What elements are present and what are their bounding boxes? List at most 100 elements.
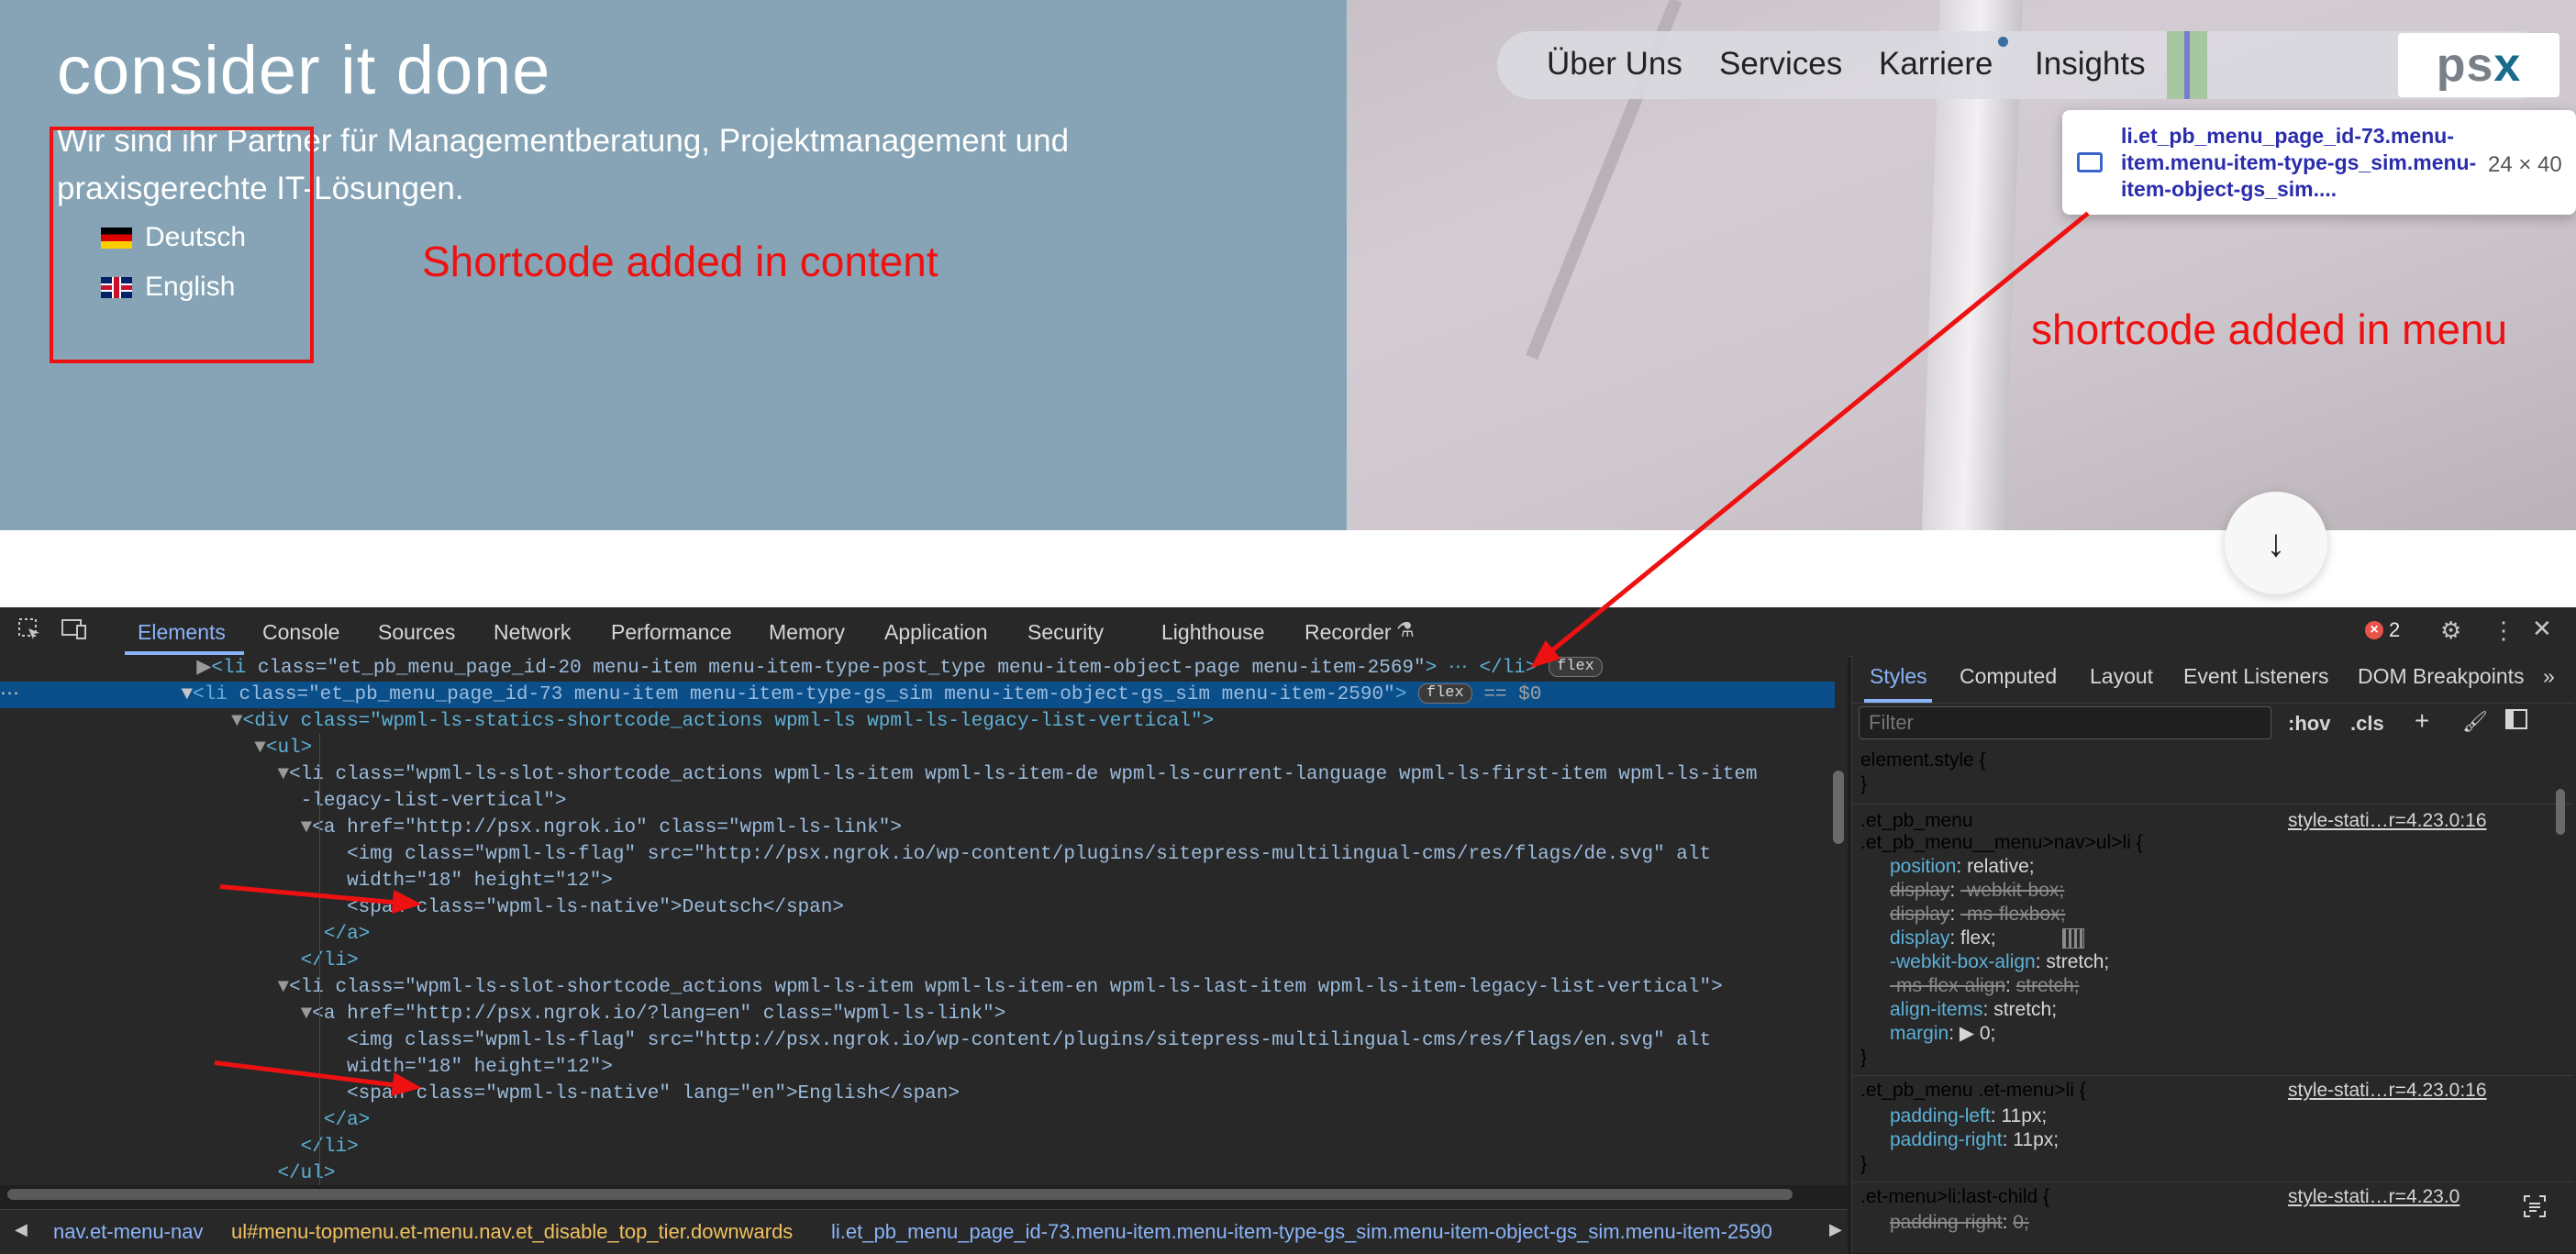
- device-toolbar-icon[interactable]: [61, 616, 88, 649]
- css-declaration[interactable]: align-items: stretch;: [1890, 998, 2057, 1022]
- dom-tail: > ⋯ </li>: [1425, 658, 1538, 679]
- dom-node-img-de[interactable]: <img class="wpml-ls-flag" src="http://ps…: [0, 841, 1835, 868]
- elements-horizontal-scrollbar[interactable]: [7, 1189, 1793, 1200]
- dom-node-img-en[interactable]: <img class="wpml-ls-flag" src="http://ps…: [0, 1027, 1835, 1054]
- close-icon[interactable]: ✕: [2532, 615, 2552, 643]
- styles-tabs-divider: [1853, 703, 2574, 704]
- css-declaration[interactable]: margin: ▶ 0;: [1890, 1022, 1995, 1046]
- psx-logo[interactable]: psx: [2398, 33, 2559, 97]
- flex-badge[interactable]: flex: [1549, 657, 1603, 678]
- tab-console[interactable]: Console: [262, 620, 339, 645]
- css-property-name: align-items: [1890, 999, 1983, 1020]
- breadcrumb-ul[interactable]: ul#menu-topmenu.et-menu.nav.et_disable_t…: [231, 1220, 793, 1244]
- css-declaration[interactable]: -ms-flex-align: stretch;: [1890, 974, 2080, 998]
- styles-scrollbar[interactable]: [2556, 789, 2565, 835]
- inspect-tooltip-size: 24 × 40: [2488, 152, 2562, 177]
- css-declaration[interactable]: -webkit-box-align: stretch;: [1890, 950, 2109, 974]
- dom-text: width="18" height="12">: [347, 1057, 613, 1078]
- menu-item-karriere[interactable]: Karriere: [1879, 46, 1993, 83]
- menu-item-insights[interactable]: Insights: [2035, 46, 2146, 83]
- breadcrumb-li[interactable]: li.et_pb_menu_page_id-73.menu-item.menu-…: [831, 1220, 1772, 1244]
- annotation-menu-text: shortcode added in menu: [2031, 305, 2508, 353]
- flexbox-editor-icon[interactable]: [2062, 928, 2084, 949]
- rule1-selector-line2[interactable]: .et_pb_menu__menu>nav>ul>li {: [1860, 831, 2143, 855]
- dom-node-ul[interactable]: ▼<ul>: [0, 735, 1835, 761]
- toggle-sidebar-icon[interactable]: [2504, 708, 2528, 735]
- tab-network[interactable]: Network: [494, 620, 571, 645]
- breadcrumb-nav[interactable]: nav.et-menu-nav: [53, 1220, 203, 1244]
- rule1-source-link[interactable]: style-stati…r=4.23.0:16: [2288, 809, 2487, 833]
- rule-divider: [1853, 804, 2574, 805]
- rule2-source-link[interactable]: style-stati…r=4.23.0:16: [2288, 1079, 2487, 1103]
- breadcrumb-scroll-left-icon[interactable]: ◀: [15, 1220, 28, 1239]
- tab-layout[interactable]: Layout: [2090, 664, 2153, 689]
- tab-dom-breakpoints[interactable]: DOM Breakpoints: [2358, 664, 2525, 689]
- hero-tagline: consider it done: [57, 32, 551, 108]
- tab-memory[interactable]: Memory: [769, 620, 845, 645]
- tab-sources[interactable]: Sources: [378, 620, 455, 645]
- dom-node-span-de[interactable]: <span class="wpml-ls-native">Deutsch</sp…: [0, 894, 1835, 921]
- more-options-icon[interactable]: ⋮: [2492, 616, 2515, 645]
- dom-node-li-2569[interactable]: ▶<li class="et_pb_menu_page_id-20 menu-i…: [0, 655, 1835, 682]
- elements-vertical-scrollbar[interactable]: [1833, 771, 1844, 844]
- dom-attrs: class="et_pb_menu_page_id-20 menu-item m…: [257, 658, 1426, 679]
- dom-node-ul-close: </ul>: [0, 1160, 1835, 1185]
- scroll-down-button[interactable]: ↓: [2225, 492, 2327, 594]
- flex-badge[interactable]: flex: [1417, 683, 1472, 705]
- tab-performance[interactable]: Performance: [611, 620, 732, 645]
- tab-application[interactable]: Application: [884, 620, 988, 645]
- dom-node-li-de[interactable]: ▼<li class="wpml-ls-slot-shortcode_actio…: [0, 761, 1835, 788]
- rule3-selector[interactable]: .et-menu>li:last-child {: [1860, 1185, 2049, 1209]
- css-declaration[interactable]: display: -ms-flexbox;: [1890, 903, 2065, 927]
- scan-icon[interactable]: [2523, 1194, 2547, 1223]
- css-property-name: padding-left: [1890, 1105, 1991, 1126]
- styles-filter-input[interactable]: [1859, 706, 2271, 739]
- tab-lighthouse[interactable]: Lighthouse: [1161, 620, 1265, 645]
- css-declaration[interactable]: padding-right: 0;: [1890, 1211, 2029, 1235]
- inspect-element-icon[interactable]: [17, 616, 42, 649]
- css-declaration[interactable]: display: flex;: [1890, 927, 1996, 950]
- tab-elements[interactable]: Elements: [138, 620, 226, 645]
- menu-item-services[interactable]: Services: [1719, 46, 1842, 83]
- menu-item-ueber-uns[interactable]: Über Uns: [1547, 46, 1682, 83]
- dom-text: </ul>: [277, 1163, 336, 1184]
- logo-text: ps: [2436, 39, 2494, 92]
- rule-divider: [1853, 1075, 2574, 1076]
- arrow-down-icon: ↓: [2266, 521, 2286, 564]
- new-style-rule-icon[interactable]: +: [2415, 706, 2429, 736]
- annotation-box: [50, 127, 314, 363]
- paint-brush-icon[interactable]: 🖌: [2462, 710, 2488, 734]
- css-property-name: display: [1890, 904, 1950, 925]
- tab-security[interactable]: Security: [1027, 620, 1104, 645]
- css-property-value: stretch;: [2046, 951, 2110, 972]
- css-declaration[interactable]: position: relative;: [1890, 855, 2035, 879]
- rule2-selector[interactable]: .et_pb_menu .et-menu>li {: [1860, 1079, 2086, 1103]
- dom-node-div-wpml[interactable]: ▼<div class="wpml-ls-statics-shortcode_a…: [0, 708, 1835, 735]
- dom-node-li-2590-selected[interactable]: ⋯ ▼<li class="et_pb_menu_page_id-73 menu…: [0, 682, 1835, 708]
- element-style-rule[interactable]: element.style {: [1860, 749, 1986, 772]
- css-declaration[interactable]: display: -webkit-box;: [1890, 879, 2064, 903]
- dom-node-li-en[interactable]: ▼<li class="wpml-ls-slot-shortcode_actio…: [0, 974, 1835, 1001]
- dom-text: </li>: [300, 1137, 359, 1158]
- dom-node-a-de[interactable]: ▼<a href="http://psx.ngrok.io" class="wp…: [0, 815, 1835, 841]
- rule3-source-link[interactable]: style-stati…r=4.23.0: [2288, 1185, 2459, 1209]
- hov-toggle[interactable]: :hov: [2288, 712, 2330, 736]
- tab-event-listeners[interactable]: Event Listeners: [2183, 664, 2329, 689]
- cls-toggle[interactable]: .cls: [2350, 712, 2384, 736]
- error-count-badge[interactable]: × 2: [2365, 618, 2400, 642]
- more-tabs-icon[interactable]: »: [2543, 664, 2555, 689]
- css-declaration[interactable]: padding-left: 11px;: [1890, 1104, 2047, 1128]
- dom-text: <div class="wpml-ls-statics-shortcode_ac…: [242, 711, 1215, 732]
- rule1-selector-line1[interactable]: .et_pb_menu: [1860, 809, 1973, 833]
- breadcrumb-scroll-right-icon[interactable]: ▶: [1829, 1220, 1842, 1239]
- tab-styles[interactable]: Styles: [1870, 664, 1927, 689]
- dom-node-span-en[interactable]: <span class="wpml-ls-native" lang="en">E…: [0, 1081, 1835, 1107]
- dom-text: <ul>: [265, 738, 313, 759]
- tab-recorder[interactable]: Recorder: [1305, 620, 1392, 645]
- tab-computed[interactable]: Computed: [1960, 664, 2057, 689]
- css-property-name: padding-right: [1890, 1212, 2003, 1233]
- dom-node-a-en[interactable]: ▼<a href="http://psx.ngrok.io/?lang=en" …: [0, 1001, 1835, 1027]
- gear-icon[interactable]: ⚙: [2440, 616, 2461, 645]
- css-declaration[interactable]: padding-right: 11px;: [1890, 1128, 2059, 1152]
- dom-text: <a href="http://psx.ngrok.io/?lang=en" c…: [312, 1004, 1006, 1025]
